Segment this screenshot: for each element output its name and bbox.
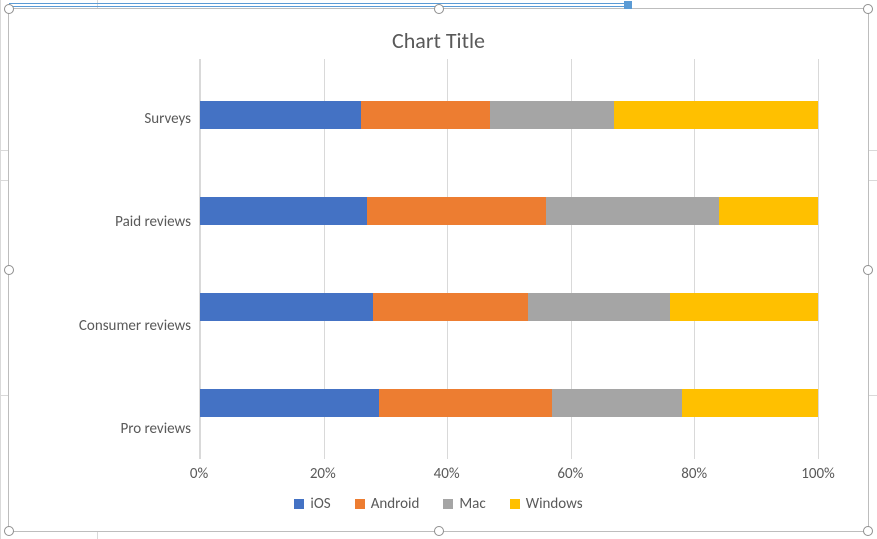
resize-handle-left[interactable] — [4, 265, 14, 275]
selection-outline-top — [9, 3, 628, 7]
selection-outline-knob — [624, 1, 632, 9]
legend-item-windows[interactable]: Windows — [510, 495, 583, 513]
x-axis-tick: 60% — [557, 465, 583, 483]
legend-swatch-icon — [355, 499, 365, 509]
legend-item-ios[interactable]: iOS — [294, 495, 330, 513]
legend[interactable]: iOS Android Mac Windows — [19, 489, 858, 523]
resize-handle-top-left[interactable] — [4, 4, 14, 14]
bar-segment-ios[interactable] — [200, 101, 361, 129]
bar-segment-android[interactable] — [361, 101, 491, 129]
bar-segment-windows[interactable] — [670, 293, 818, 321]
bar-surveys[interactable] — [200, 101, 818, 129]
bar-segment-mac[interactable] — [546, 197, 719, 225]
chart-object[interactable]: Chart Title Surveys Paid reviews Consume… — [8, 8, 869, 532]
resize-handle-bottom-left[interactable] — [4, 526, 14, 536]
bar-segment-android[interactable] — [367, 197, 546, 225]
y-axis-label: Paid reviews — [115, 213, 191, 231]
bar-segment-mac[interactable] — [528, 293, 670, 321]
legend-label: Windows — [526, 495, 583, 513]
bar-segment-ios[interactable] — [200, 293, 373, 321]
legend-swatch-icon — [510, 499, 520, 509]
x-axis-tick: 0% — [190, 465, 208, 483]
bar-segment-mac[interactable] — [490, 101, 614, 129]
x-axis: 0% 20% 40% 60% 80% 100% — [199, 459, 818, 489]
legend-label: Android — [371, 495, 420, 513]
bar-segment-android[interactable] — [373, 293, 528, 321]
resize-handle-top[interactable] — [434, 4, 444, 14]
legend-swatch-icon — [294, 499, 304, 509]
plot-area[interactable] — [199, 59, 818, 459]
bar-segment-android[interactable] — [379, 389, 552, 417]
x-axis-tick: 20% — [310, 465, 336, 483]
legend-item-android[interactable]: Android — [355, 495, 420, 513]
resize-handle-bottom-right[interactable] — [863, 526, 873, 536]
chart-title[interactable]: Chart Title — [19, 17, 858, 59]
bar-segment-ios[interactable] — [200, 197, 367, 225]
bar-segment-ios[interactable] — [200, 389, 379, 417]
bar-segment-windows[interactable] — [682, 389, 818, 417]
y-axis-label: Pro reviews — [120, 420, 191, 438]
resize-handle-right[interactable] — [863, 265, 873, 275]
x-axis-tick: 80% — [681, 465, 707, 483]
bar-consumer-reviews[interactable] — [200, 293, 818, 321]
bar-segment-windows[interactable] — [614, 101, 818, 129]
legend-label: Mac — [459, 495, 485, 513]
x-axis-tick: 40% — [434, 465, 460, 483]
bar-segment-mac[interactable] — [552, 389, 682, 417]
bar-paid-reviews[interactable] — [200, 197, 818, 225]
bar-segment-windows[interactable] — [719, 197, 818, 225]
resize-handle-bottom[interactable] — [434, 526, 444, 536]
y-axis-labels: Surveys Paid reviews Consumer reviews Pr… — [49, 59, 199, 489]
legend-item-mac[interactable]: Mac — [443, 495, 485, 513]
x-axis-tick: 100% — [801, 465, 835, 483]
y-axis-label: Consumer reviews — [79, 317, 191, 335]
gridline — [818, 59, 819, 459]
legend-label: iOS — [310, 495, 330, 513]
resize-handle-top-right[interactable] — [863, 4, 873, 14]
y-axis-label: Surveys — [144, 110, 191, 128]
legend-swatch-icon — [443, 499, 453, 509]
bar-pro-reviews[interactable] — [200, 389, 818, 417]
